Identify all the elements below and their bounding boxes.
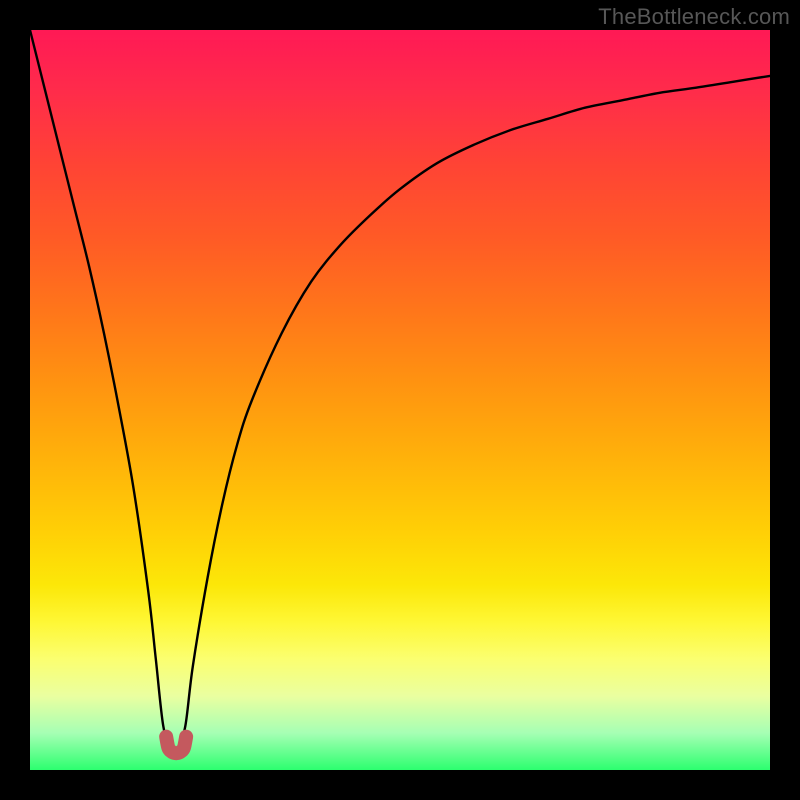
watermark-label: TheBottleneck.com bbox=[598, 4, 790, 30]
plot-area bbox=[30, 30, 770, 770]
chart-frame: TheBottleneck.com bbox=[0, 0, 800, 800]
bottleneck-curve-path bbox=[30, 30, 770, 751]
chart-svg bbox=[30, 30, 770, 770]
marker-segment-path bbox=[166, 737, 186, 753]
